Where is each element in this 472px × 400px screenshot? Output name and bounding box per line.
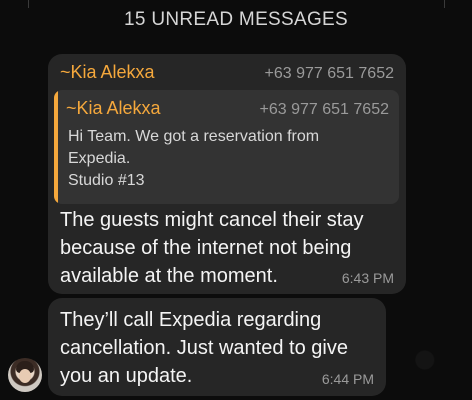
sender-phone: +63 977 651 7652 <box>264 65 394 82</box>
message-line: cancellation. Just wanted to give <box>60 337 348 359</box>
quote-text: Hi Team. We got a reservation from Exped… <box>68 126 389 192</box>
message-line: because of the internet not being <box>60 237 352 259</box>
message-line: The guests might cancel their stay <box>60 209 364 231</box>
message-timestamp: 6:43 PM <box>341 270 394 286</box>
quote-line: Hi Team. We got a reservation from <box>68 128 320 145</box>
unread-messages-banner: 15 UNREAD MESSAGES <box>124 9 348 30</box>
chat-screen: 15 UNREAD MESSAGES ~Kia Alekxa +63 977 6… <box>0 0 472 400</box>
sender-avatar[interactable] <box>8 358 42 392</box>
message-timestamp: 6:44 PM <box>321 371 374 387</box>
message-bubble[interactable]: ~Kia Alekxa +63 977 651 7652 ~Kia Alekxa… <box>48 54 406 294</box>
quote-sender-name: ~Kia Alekxa <box>66 98 161 118</box>
sender-name[interactable]: ~Kia Alekxa <box>60 62 155 83</box>
quoted-message[interactable]: ~Kia Alekxa +63 977 651 7652 Hi Team. We… <box>54 90 399 204</box>
quote-accent-bar <box>54 90 58 204</box>
message-line: They’ll call Expedia regarding <box>60 309 322 331</box>
message-bubble[interactable]: They’ll call Expedia regarding cancellat… <box>48 298 386 396</box>
quote-line: Studio #13 <box>68 172 145 189</box>
quote-line: Expedia. <box>68 150 131 167</box>
quote-sender-phone: +63 977 651 7652 <box>259 101 389 118</box>
quote-sender-row: ~Kia Alekxa +63 977 651 7652 <box>66 98 389 119</box>
avatar-face <box>19 369 31 383</box>
sender-row: ~Kia Alekxa +63 977 651 7652 <box>60 62 394 83</box>
